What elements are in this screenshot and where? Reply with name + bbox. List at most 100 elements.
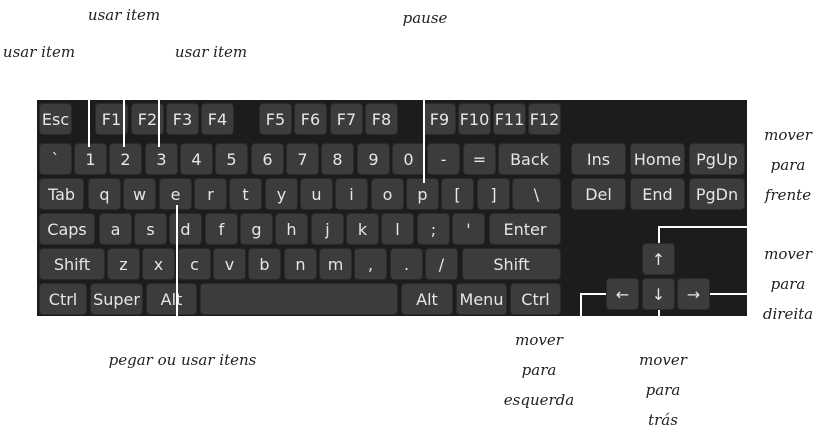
key-esc[interactable]: Esc <box>39 103 72 135</box>
key-ctrl-left[interactable]: Ctrl <box>39 283 87 315</box>
key-arrow-up[interactable]: ↑ <box>642 243 675 275</box>
key-7[interactable]: 7 <box>286 143 319 175</box>
key-caps[interactable]: Caps <box>39 213 95 245</box>
key-f12[interactable]: F12 <box>528 103 561 135</box>
label-pause: pause <box>402 9 448 27</box>
key-alt-left[interactable]: Alt <box>146 283 197 315</box>
label-move-left-line-1: mover <box>515 331 563 349</box>
label-move-forward-line-1: mover <box>764 126 812 144</box>
key-x[interactable]: x <box>142 248 175 280</box>
key-period[interactable]: . <box>390 248 423 280</box>
key-r[interactable]: r <box>194 178 227 210</box>
key-menu[interactable]: Menu <box>456 283 507 315</box>
key-backtick[interactable]: ` <box>39 143 72 175</box>
key-h[interactable]: h <box>275 213 308 245</box>
key-8[interactable]: 8 <box>321 143 354 175</box>
key-bracket-left[interactable]: [ <box>441 178 474 210</box>
leader-line-up-h <box>658 226 747 228</box>
key-f4[interactable]: F4 <box>201 103 234 135</box>
leader-line-up-v <box>658 226 660 243</box>
label-move-right-line-1: mover <box>764 245 812 263</box>
key-comma[interactable]: , <box>354 248 387 280</box>
key-pgup[interactable]: PgUp <box>689 143 745 175</box>
label-move-left-line-2: para <box>521 361 557 379</box>
key-f[interactable]: f <box>205 213 238 245</box>
key-o[interactable]: o <box>371 178 404 210</box>
key-f10[interactable]: F10 <box>458 103 491 135</box>
leader-line-key-e <box>176 205 178 316</box>
key-m[interactable]: m <box>319 248 352 280</box>
label-move-forward: mover para frente <box>757 120 819 210</box>
key-a[interactable]: a <box>99 213 132 245</box>
key-f9[interactable]: F9 <box>423 103 456 135</box>
key-alt-right[interactable]: Alt <box>401 283 453 315</box>
key-arrow-right[interactable]: → <box>677 278 710 310</box>
key-5[interactable]: 5 <box>215 143 248 175</box>
key-c[interactable]: c <box>178 248 211 280</box>
key-arrow-down[interactable]: ↓ <box>642 278 675 310</box>
key-semicolon[interactable]: ; <box>417 213 450 245</box>
key-6[interactable]: 6 <box>251 143 284 175</box>
key-i[interactable]: i <box>335 178 368 210</box>
key-backspace[interactable]: Back <box>498 143 561 175</box>
keyboard: Esc F1 F2 F3 F4 F5 F6 F7 F8 F9 F10 F11 F… <box>37 100 747 316</box>
key-delete[interactable]: Del <box>571 178 626 210</box>
label-use-item-3: usar item <box>174 43 248 61</box>
key-quote[interactable]: ' <box>452 213 485 245</box>
key-1[interactable]: 1 <box>74 143 107 175</box>
key-l[interactable]: l <box>381 213 414 245</box>
key-backslash[interactable]: \ <box>512 178 561 210</box>
key-end[interactable]: End <box>630 178 685 210</box>
key-t[interactable]: t <box>229 178 262 210</box>
key-f3[interactable]: F3 <box>166 103 199 135</box>
key-slash[interactable]: / <box>425 248 458 280</box>
key-9[interactable]: 9 <box>357 143 390 175</box>
key-home[interactable]: Home <box>630 143 685 175</box>
key-g[interactable]: g <box>240 213 273 245</box>
key-4[interactable]: 4 <box>180 143 213 175</box>
key-pgdn[interactable]: PgDn <box>689 178 745 210</box>
key-super[interactable]: Super <box>90 283 143 315</box>
label-move-back: mover para trás <box>630 345 696 435</box>
label-move-forward-line-2: para <box>770 156 806 174</box>
key-z[interactable]: z <box>107 248 140 280</box>
leader-line-down <box>658 310 660 316</box>
key-f11[interactable]: F11 <box>493 103 526 135</box>
key-bracket-right[interactable]: ] <box>477 178 510 210</box>
key-k[interactable]: k <box>346 213 379 245</box>
key-d[interactable]: d <box>169 213 202 245</box>
key-arrow-left[interactable]: ← <box>606 278 639 310</box>
leader-line-left-h <box>580 293 606 295</box>
key-w[interactable]: w <box>123 178 156 210</box>
label-move-back-line-2: para <box>645 381 681 399</box>
key-y[interactable]: y <box>265 178 298 210</box>
key-f5[interactable]: F5 <box>259 103 292 135</box>
key-shift-left[interactable]: Shift <box>39 248 105 280</box>
key-u[interactable]: u <box>300 178 333 210</box>
key-v[interactable]: v <box>213 248 246 280</box>
key-equals[interactable]: = <box>463 143 496 175</box>
key-f6[interactable]: F6 <box>294 103 327 135</box>
key-q[interactable]: q <box>88 178 121 210</box>
leader-line-key-2 <box>123 100 125 147</box>
label-move-left-line-3: esquerda <box>503 391 575 409</box>
key-n[interactable]: n <box>284 248 317 280</box>
label-use-item-1: usar item <box>2 43 76 61</box>
key-space[interactable] <box>200 283 398 315</box>
label-move-right: mover para direita <box>757 239 819 329</box>
key-s[interactable]: s <box>134 213 167 245</box>
key-minus[interactable]: - <box>427 143 460 175</box>
key-3[interactable]: 3 <box>145 143 178 175</box>
key-j[interactable]: j <box>311 213 344 245</box>
key-b[interactable]: b <box>248 248 281 280</box>
key-f7[interactable]: F7 <box>330 103 363 135</box>
key-tab[interactable]: Tab <box>39 178 84 210</box>
label-use-item-2: usar item <box>87 6 161 24</box>
key-insert[interactable]: Ins <box>571 143 626 175</box>
key-ctrl-right[interactable]: Ctrl <box>510 283 561 315</box>
key-f8[interactable]: F8 <box>365 103 398 135</box>
key-2[interactable]: 2 <box>109 143 142 175</box>
key-enter[interactable]: Enter <box>489 213 561 245</box>
key-shift-right[interactable]: Shift <box>462 248 561 280</box>
key-0[interactable]: 0 <box>392 143 425 175</box>
